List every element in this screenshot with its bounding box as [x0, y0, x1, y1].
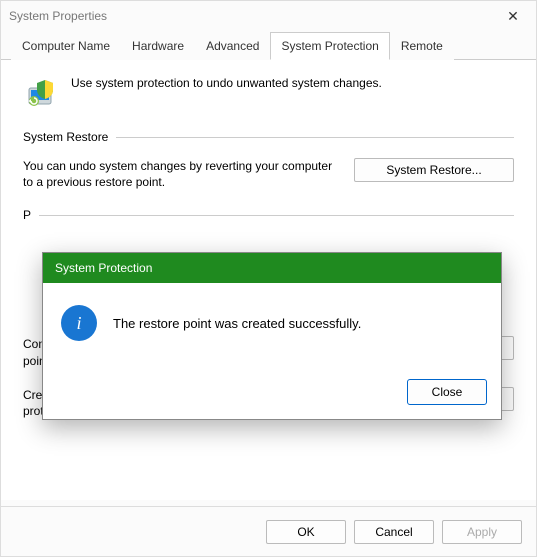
dialog-footer: Close: [43, 369, 501, 419]
group-label-settings: P: [23, 208, 31, 222]
system-restore-button[interactable]: System Restore...: [354, 158, 514, 182]
divider: [39, 215, 514, 216]
group-label-restore: System Restore: [23, 130, 108, 144]
intro-text: Use system protection to undo unwanted s…: [71, 74, 382, 110]
dialog-title: System Protection: [43, 253, 501, 283]
titlebar: System Properties ✕: [1, 1, 536, 31]
restore-row: You can undo system changes by reverting…: [23, 158, 514, 190]
system-properties-window: System Properties ✕ Computer Name Hardwa…: [0, 0, 537, 557]
tab-system-protection[interactable]: System Protection: [270, 32, 389, 60]
confirmation-dialog: System Protection i The restore point wa…: [42, 252, 502, 420]
window-title: System Properties: [9, 9, 107, 23]
protection-shield-icon: [23, 74, 59, 110]
dialog-message: The restore point was created successful…: [113, 316, 361, 331]
tab-strip: Computer Name Hardware Advanced System P…: [1, 31, 536, 60]
ok-button[interactable]: OK: [266, 520, 346, 544]
close-icon[interactable]: ✕: [498, 8, 528, 25]
tab-hardware[interactable]: Hardware: [121, 32, 195, 60]
apply-button: Apply: [442, 520, 522, 544]
group-system-restore: System Restore: [23, 130, 514, 144]
close-button[interactable]: Close: [407, 379, 487, 405]
cancel-button[interactable]: Cancel: [354, 520, 434, 544]
group-protection-settings: P: [23, 208, 514, 222]
tab-advanced[interactable]: Advanced: [195, 32, 270, 60]
dialog-body: i The restore point was created successf…: [43, 283, 501, 369]
intro-row: Use system protection to undo unwanted s…: [23, 74, 514, 110]
dialog-buttons: OK Cancel Apply: [1, 506, 536, 556]
tab-remote[interactable]: Remote: [390, 32, 454, 60]
divider: [116, 137, 514, 138]
tab-computer-name[interactable]: Computer Name: [11, 32, 121, 60]
restore-desc: You can undo system changes by reverting…: [23, 158, 340, 190]
info-icon: i: [61, 305, 97, 341]
